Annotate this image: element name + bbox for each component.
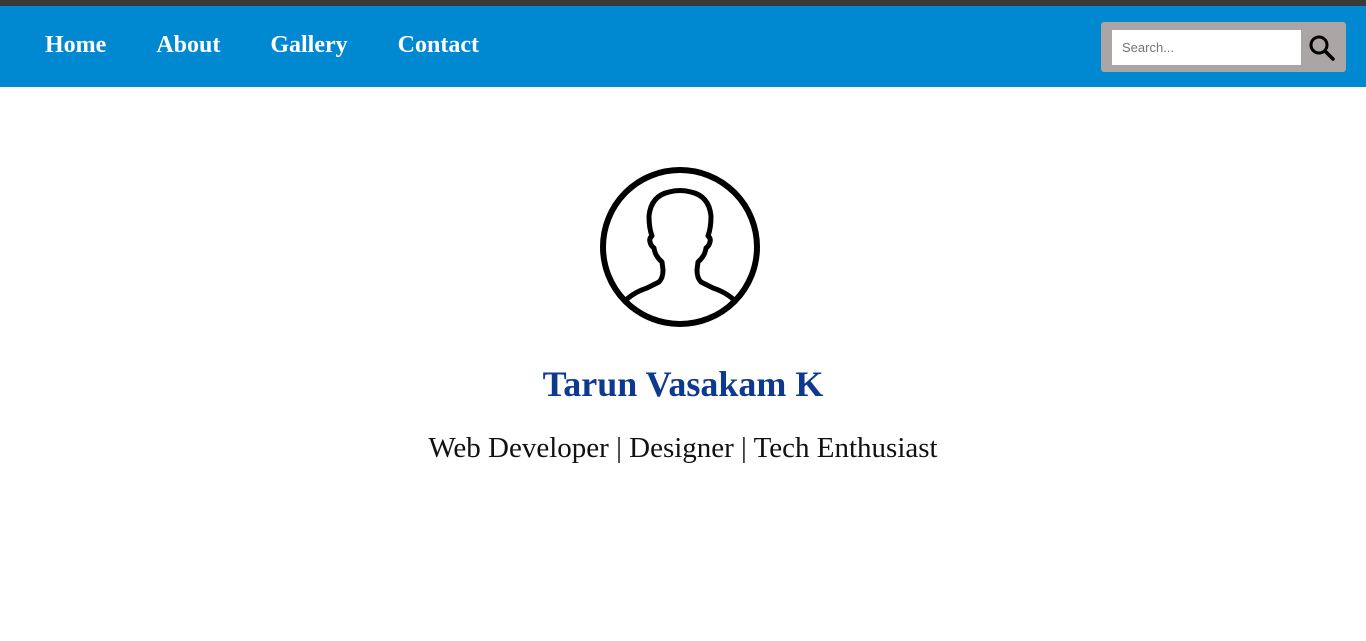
search-icon <box>1309 35 1335 61</box>
nav-link-contact[interactable]: Contact <box>398 32 479 59</box>
nav-link-about[interactable]: About <box>156 32 220 59</box>
nav-link-home[interactable]: Home <box>45 32 106 59</box>
user-silhouette-icon <box>600 167 760 327</box>
navbar: Home About Gallery Contact <box>0 6 1366 87</box>
search-input[interactable] <box>1112 30 1301 65</box>
search-box <box>1101 22 1346 72</box>
search-button[interactable] <box>1304 31 1340 65</box>
nav-link-gallery[interactable]: Gallery <box>270 32 347 59</box>
profile-name: Tarun Vasakam K <box>542 364 824 404</box>
nav-links: Home About Gallery Contact <box>45 6 529 87</box>
profile-tagline: Web Developer | Designer | Tech Enthusia… <box>428 432 938 464</box>
